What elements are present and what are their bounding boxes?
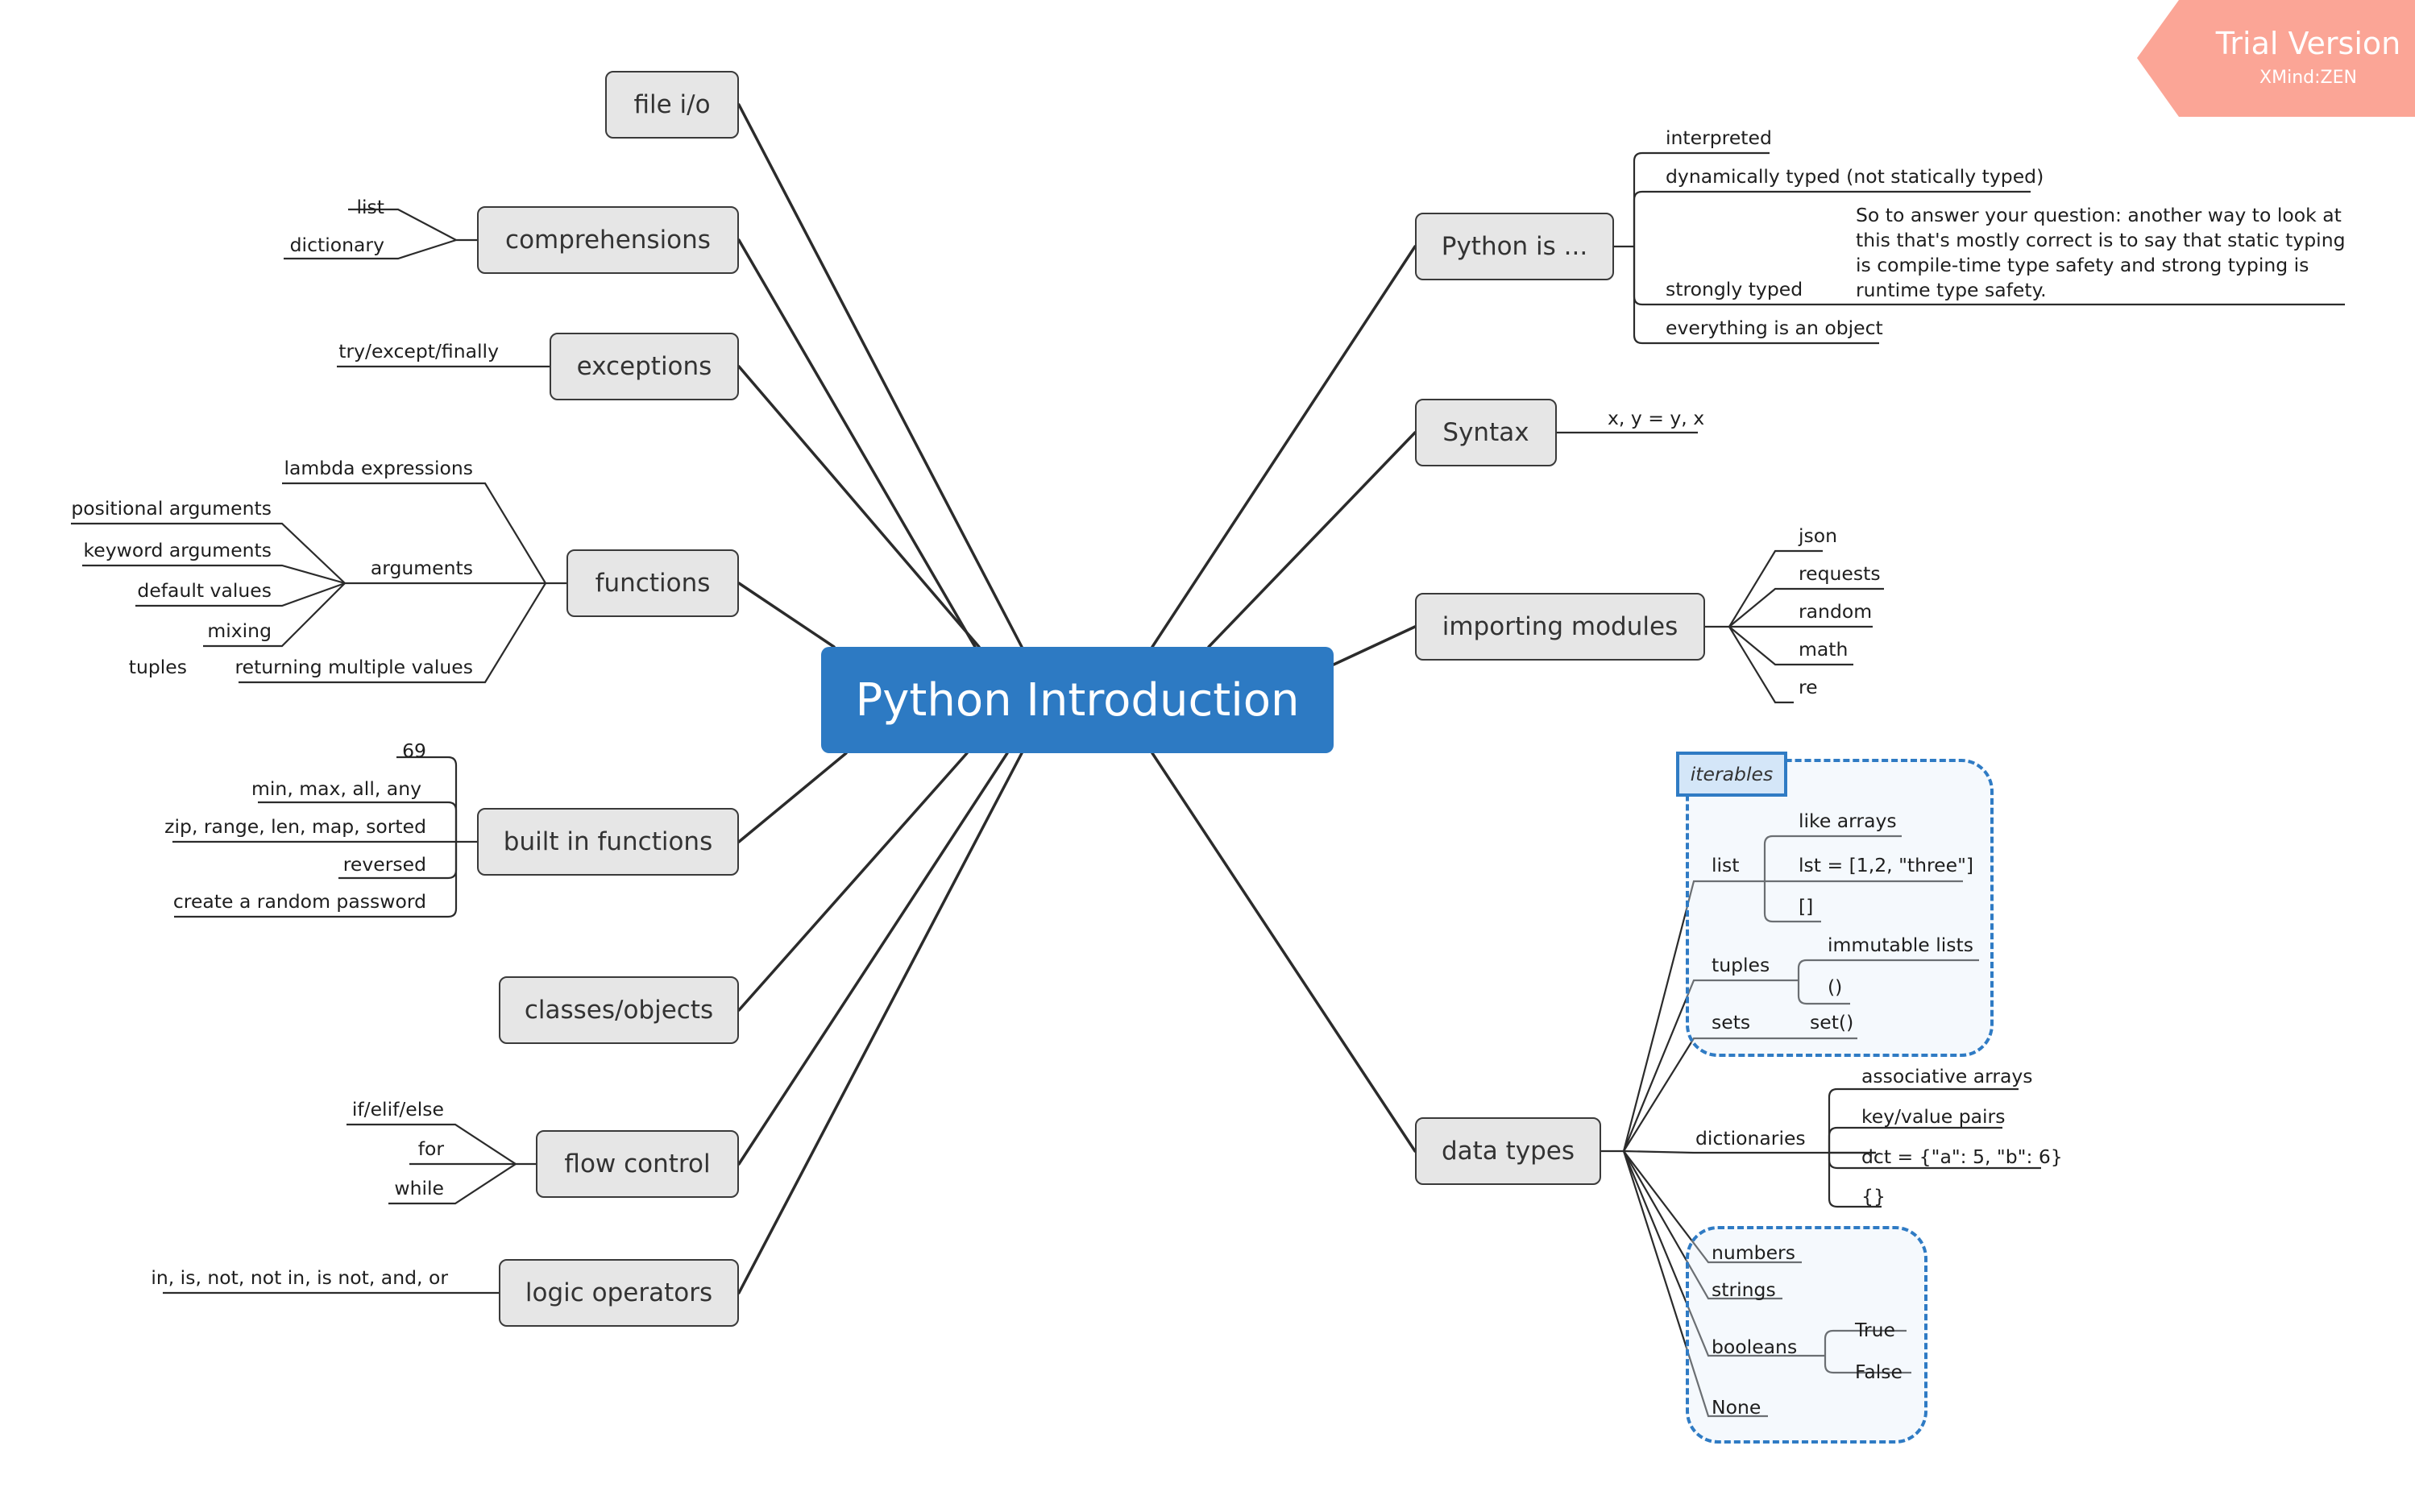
topic-file-io[interactable]: file i/o	[605, 71, 739, 139]
topic-exceptions[interactable]: exceptions	[550, 333, 739, 400]
leaf-true[interactable]: True	[1855, 1320, 1895, 1340]
leaf-zip-range[interactable]: zip, range, len, map, sorted	[164, 817, 426, 837]
topic-classes-objects[interactable]: classes/objects	[499, 976, 739, 1044]
leaf-list-empty[interactable]: []	[1799, 897, 1813, 917]
edge-file-io	[737, 103, 1023, 648]
leaf-immutable-lists[interactable]: immutable lists	[1828, 935, 1973, 955]
topic-flow-control[interactable]: flow control	[536, 1130, 739, 1198]
topic-data-types[interactable]: data types	[1415, 1117, 1601, 1185]
topic-comprehensions[interactable]: comprehensions	[477, 206, 739, 274]
leaf-requests[interactable]: requests	[1799, 564, 1881, 584]
edge-python-is	[1151, 245, 1417, 648]
trial-title: Trial Version	[2215, 26, 2401, 61]
leaf-sets[interactable]: sets	[1712, 1013, 1750, 1033]
leaf-tuples[interactable]: tuples	[1712, 955, 1770, 976]
leaf-comp-dictionary[interactable]: dictionary	[290, 235, 384, 255]
leaf-strings[interactable]: strings	[1712, 1280, 1776, 1300]
leaf-tuples-return[interactable]: tuples	[129, 657, 187, 677]
topic-built-in-functions[interactable]: built in functions	[477, 808, 739, 876]
leaf-random[interactable]: random	[1799, 602, 1872, 622]
leaf-random-password[interactable]: create a random password	[173, 892, 426, 912]
leaf-json[interactable]: json	[1799, 526, 1837, 546]
trial-subtitle: XMind:ZEN	[2259, 68, 2357, 88]
leaf-numbers[interactable]: numbers	[1712, 1243, 1795, 1263]
trial-watermark[interactable]: Trial Version XMind:ZEN	[2137, 0, 2415, 117]
edge-classes	[737, 752, 969, 1012]
leaf-set-fn[interactable]: set()	[1810, 1013, 1853, 1033]
edge-data-types	[1151, 752, 1417, 1153]
edge-functions	[737, 582, 836, 648]
leaf-key-value[interactable]: key/value pairs	[1861, 1107, 2005, 1127]
edge-logic	[737, 752, 1023, 1295]
leaf-tuple-empty[interactable]: ()	[1828, 977, 1842, 997]
iterables-label[interactable]: iterables	[1676, 752, 1787, 797]
edge-syntax	[1207, 431, 1417, 648]
leaf-everything-object[interactable]: everything is an object	[1666, 318, 1883, 338]
leaf-associative[interactable]: associative arrays	[1861, 1067, 2033, 1087]
leaf-if-elif[interactable]: if/elif/else	[352, 1100, 444, 1120]
leaf-none[interactable]: None	[1712, 1398, 1761, 1418]
leaf-arguments[interactable]: arguments	[371, 558, 473, 578]
leaf-for[interactable]: for	[418, 1139, 444, 1159]
edge-importing	[1332, 625, 1417, 666]
leaf-positional[interactable]: positional arguments	[71, 499, 272, 519]
topic-python-is[interactable]: Python is ...	[1415, 213, 1614, 280]
leaf-default[interactable]: default values	[137, 581, 272, 601]
edge-exceptions	[737, 365, 981, 648]
leaf-logic-ops[interactable]: in, is, not, not in, is not, and, or	[151, 1268, 448, 1288]
leaf-math[interactable]: math	[1799, 640, 1848, 660]
leaf-dynamically-typed[interactable]: dynamically typed (not statically typed)	[1666, 167, 2044, 187]
topic-syntax[interactable]: Syntax	[1415, 399, 1557, 466]
edge-flow-control	[737, 752, 1009, 1166]
leaf-dictionaries[interactable]: dictionaries	[1695, 1129, 1806, 1149]
topic-functions[interactable]: functions	[566, 549, 739, 617]
leaf-returning[interactable]: returning multiple values	[234, 657, 473, 677]
leaf-min-max[interactable]: min, max, all, any	[251, 779, 421, 799]
leaf-lambda[interactable]: lambda expressions	[284, 458, 473, 478]
leaf-booleans[interactable]: booleans	[1712, 1337, 1797, 1357]
leaf-list[interactable]: list	[1712, 855, 1740, 876]
edge-comprehensions	[737, 238, 977, 648]
leaf-interpreted[interactable]: interpreted	[1666, 128, 1772, 148]
leaf-dct-example[interactable]: dct = {"a": 5, "b": 6}	[1861, 1147, 2063, 1167]
leaf-dict-empty[interactable]: {}	[1861, 1187, 1886, 1207]
leaf-keyword[interactable]: keyword arguments	[83, 541, 272, 561]
leaf-reversed[interactable]: reversed	[343, 855, 426, 875]
leaf-re[interactable]: re	[1799, 677, 1818, 698]
leaf-swap-syntax[interactable]: x, y = y, x	[1608, 408, 1704, 429]
edge-built-in	[737, 752, 848, 843]
leaf-69[interactable]: 69	[402, 741, 426, 761]
topic-importing-modules[interactable]: importing modules	[1415, 593, 1705, 661]
leaf-comp-list[interactable]: list	[356, 197, 384, 217]
leaf-like-arrays[interactable]: like arrays	[1799, 811, 1897, 831]
topic-logic-operators[interactable]: logic operators	[499, 1259, 739, 1327]
leaf-strongly-typed[interactable]: strongly typed	[1666, 280, 1803, 300]
leaf-try-except[interactable]: try/except/finally	[338, 342, 499, 362]
leaf-while[interactable]: while	[394, 1179, 444, 1199]
leaf-false[interactable]: False	[1855, 1362, 1903, 1382]
leaf-mixing[interactable]: mixing	[207, 621, 272, 641]
leaf-lst-example[interactable]: lst = [1,2, "three"]	[1799, 855, 1973, 876]
leaf-strong-typing-note[interactable]: So to answer your question: another way …	[1856, 203, 2355, 303]
central-topic[interactable]: Python Introduction	[821, 647, 1334, 753]
